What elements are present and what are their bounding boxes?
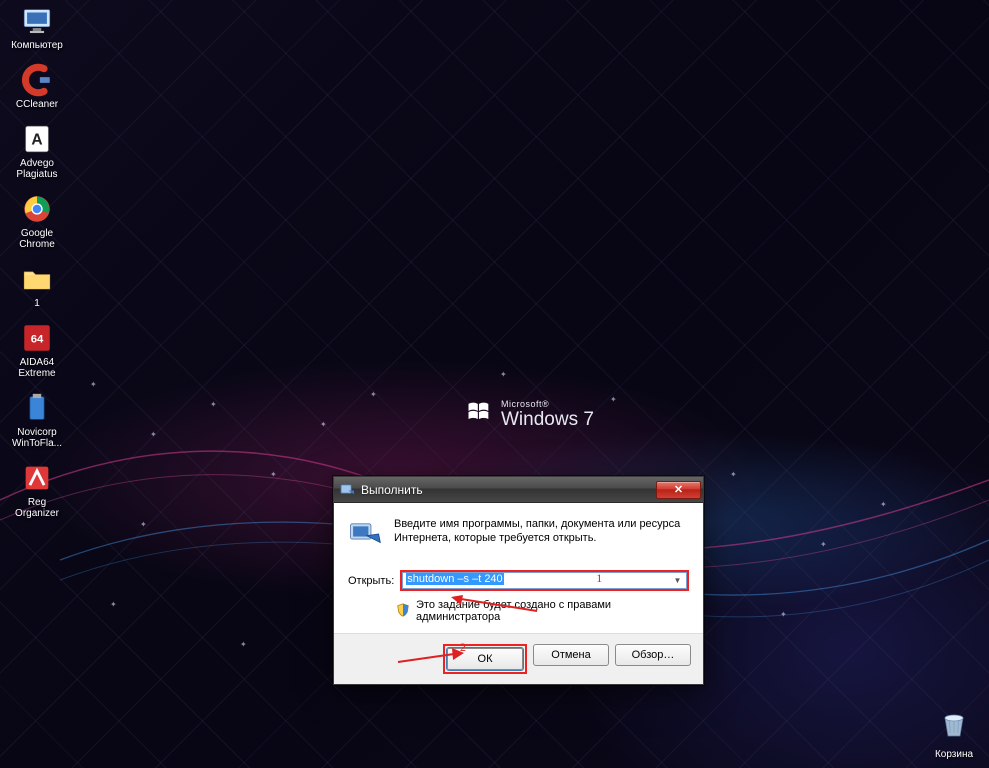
open-combobox[interactable]: shutdown –s –t 240 ▼ 1 [400,570,689,591]
brand-small: Microsoft® [501,399,594,409]
desktop-icon-label: Advego Plagiatus [6,158,68,180]
desktop-icon-label: Reg Organizer [6,497,68,519]
dropdown-arrow-icon[interactable]: ▼ [670,572,685,589]
advego-icon: A [20,122,54,156]
desktop-icon-label: AIDA64 Extreme [6,357,68,379]
ok-highlight: ОК [443,644,527,674]
desktop-icon-label: Google Chrome [6,228,68,250]
wintoflash-icon [20,391,54,425]
desktop-icon-label: Компьютер [11,40,63,51]
desktop-icon-wintoflash[interactable]: Novicorp WinToFla... [6,389,68,451]
chrome-icon [20,192,54,226]
recycle-bin[interactable]: Корзина [923,706,985,760]
recycle-bin-icon [936,706,972,747]
dialog-footer: 2 ОК Отмена Обзор… [334,633,703,684]
brand-logo: Microsoft® Windows 7 [465,398,594,431]
desktop-icon-label: Novicorp WinToFla... [6,427,68,449]
open-label: Открыть: [348,575,394,587]
svg-text:A: A [31,132,42,149]
run-dialog: Выполнить ✕ Введите имя программы, папки… [333,476,704,685]
desktop-icons-column: Компьютер CCleaner A Advego Plagiatus Go… [6,2,68,521]
dialog-description: Введите имя программы, папки, документа … [394,517,689,556]
shield-icon [396,603,410,620]
desktop-icon-reg-organizer[interactable]: Reg Organizer [6,459,68,521]
dialog-body: Введите имя программы, папки, документа … [334,503,703,633]
computer-icon [20,4,54,38]
close-icon: ✕ [674,483,683,496]
folder-icon [20,262,54,296]
ccleaner-icon [20,63,54,97]
svg-text:64: 64 [31,333,44,345]
dialog-titlebar[interactable]: Выполнить ✕ [334,477,703,503]
ok-button[interactable]: ОК [447,648,523,670]
windows-flag-icon [465,398,493,431]
reg-organizer-icon [20,461,54,495]
desktop-icon-advego[interactable]: A Advego Plagiatus [6,120,68,182]
close-button[interactable]: ✕ [656,481,701,499]
recycle-bin-label: Корзина [935,749,973,760]
cancel-button[interactable]: Отмена [533,644,609,666]
dialog-title: Выполнить [361,483,650,497]
brand-big: Windows 7 [501,409,594,431]
run-dialog-icon [348,517,382,556]
browse-button[interactable]: Обзор… [615,644,691,666]
aida64-icon: 64 [20,321,54,355]
open-input[interactable]: shutdown –s –t 240 [404,573,670,588]
desktop-icon-computer[interactable]: Компьютер [6,2,68,53]
run-titlebar-icon [340,482,355,497]
desktop-icon-ccleaner[interactable]: CCleaner [6,61,68,112]
desktop-icon-label: 1 [34,298,40,309]
desktop-icon-label: CCleaner [16,99,58,110]
desktop-icon-chrome[interactable]: Google Chrome [6,190,68,252]
desktop[interactable]: ✦ ✦ ✦ ✦ ✦ ✦ ✦ ✦ ✦ ✦ ✦ ✦ ✦ ✦ ✦ Microsoft®… [0,0,989,768]
admin-note: Это задание будет создано с правами адми… [416,599,689,623]
desktop-icon-aida64[interactable]: 64 AIDA64 Extreme [6,319,68,381]
desktop-icon-folder-1[interactable]: 1 [6,260,68,311]
